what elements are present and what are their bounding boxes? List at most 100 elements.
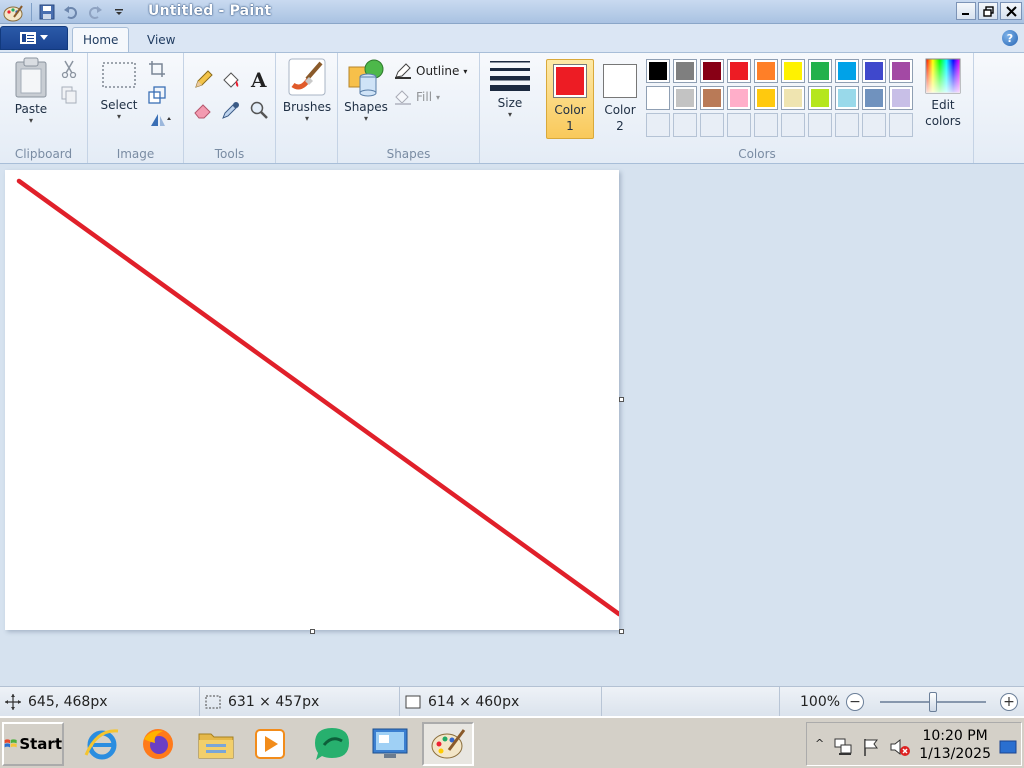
size-button[interactable]: Size ▾	[488, 57, 532, 119]
firefox-button[interactable]	[132, 722, 184, 766]
paste-button[interactable]: Paste ▾	[6, 57, 56, 125]
palette-color-swatch[interactable]	[835, 86, 859, 110]
color2-selector[interactable]: Color 2	[596, 59, 644, 139]
palette-custom-slot[interactable]	[646, 113, 670, 137]
palette-color-swatch[interactable]	[781, 86, 805, 110]
palette-color-swatch[interactable]	[781, 59, 805, 83]
brushes-button[interactable]: Brushes ▾	[282, 57, 332, 123]
resize-handle-right[interactable]	[619, 397, 624, 402]
zoom-out-button[interactable]: −	[846, 693, 865, 711]
palette-color-swatch[interactable]	[646, 59, 670, 83]
palette-color-swatch[interactable]	[727, 59, 751, 83]
edit-colors-label: Edit colors	[925, 98, 961, 128]
ribbon-home: Paste ▾ Clipboard Select ▾ Image A Tools…	[0, 52, 1024, 164]
file-explorer-button[interactable]	[190, 722, 242, 766]
magnifier-tool[interactable]	[246, 97, 272, 123]
crop-button[interactable]	[146, 59, 168, 79]
clock[interactable]: 10:20 PM 1/13/2025	[919, 727, 991, 763]
rotate-button[interactable]	[146, 109, 176, 129]
color-spectrum-icon	[925, 58, 961, 94]
messaging-app-button[interactable]	[306, 722, 358, 766]
paste-label: Paste	[14, 102, 48, 116]
cut-button[interactable]	[58, 59, 80, 79]
copy-button[interactable]	[58, 85, 80, 105]
customize-qat-button[interactable]	[107, 2, 131, 22]
minimize-button[interactable]	[956, 2, 976, 20]
network-icon[interactable]	[833, 737, 853, 757]
palette-color-swatch[interactable]	[862, 86, 886, 110]
paint-app-icon[interactable]	[2, 2, 24, 24]
palette-color-swatch[interactable]	[727, 86, 751, 110]
palette-custom-slot[interactable]	[808, 113, 832, 137]
paint-taskbar-button[interactable]	[422, 722, 474, 766]
palette-custom-slot[interactable]	[754, 113, 778, 137]
help-icon[interactable]: ?	[1002, 30, 1018, 46]
file-menu-button[interactable]	[0, 26, 68, 50]
resize-handle-corner[interactable]	[619, 629, 624, 634]
palette-color-swatch[interactable]	[889, 86, 913, 110]
start-button[interactable]: Start	[2, 722, 64, 766]
palette-color-fill	[865, 62, 883, 80]
save-button[interactable]	[35, 2, 59, 22]
color-picker-tool[interactable]	[218, 97, 244, 123]
redo-button[interactable]	[83, 2, 107, 22]
palette-color-swatch[interactable]	[808, 59, 832, 83]
resize-button[interactable]	[146, 85, 168, 105]
select-button[interactable]: Select ▾	[96, 57, 142, 121]
save-icon	[39, 4, 55, 20]
palette-custom-slot[interactable]	[727, 113, 751, 137]
palette-color-swatch[interactable]	[754, 59, 778, 83]
paint-bucket-icon	[223, 72, 239, 88]
color1-selector[interactable]: Color 1	[546, 59, 594, 139]
palette-color-swatch[interactable]	[673, 59, 697, 83]
flag-icon[interactable]	[861, 737, 881, 757]
palette-color-swatch[interactable]	[646, 86, 670, 110]
palette-custom-slot[interactable]	[835, 113, 859, 137]
text-tool[interactable]: A	[246, 67, 272, 93]
chevron-down-icon: ▾	[436, 92, 441, 102]
outline-button[interactable]: Outline ▾	[394, 62, 467, 80]
resize-handle-bottom[interactable]	[310, 629, 315, 634]
palette-color-swatch[interactable]	[700, 59, 724, 83]
volume-muted-icon[interactable]	[889, 737, 911, 757]
palette-color-swatch[interactable]	[862, 59, 886, 83]
pencil-tool[interactable]	[190, 67, 216, 93]
palette-custom-slot[interactable]	[700, 113, 724, 137]
eyedropper-icon	[222, 102, 239, 119]
palette-custom-slot[interactable]	[862, 113, 886, 137]
palette-custom-slot[interactable]	[673, 113, 697, 137]
palette-custom-slot[interactable]	[781, 113, 805, 137]
palette-color-swatch[interactable]	[835, 59, 859, 83]
zoom-in-button[interactable]: +	[1000, 693, 1018, 711]
edit-colors-button[interactable]: Edit colors	[920, 57, 966, 129]
drawing-canvas[interactable]	[5, 170, 619, 630]
chevron-down-icon: ▾	[28, 116, 33, 125]
eraser-tool[interactable]	[190, 97, 216, 123]
show-desktop-icon[interactable]	[999, 739, 1017, 755]
brushes-group: Brushes ▾	[276, 53, 338, 163]
restore-button[interactable]	[978, 2, 998, 20]
media-player-button[interactable]	[244, 722, 296, 766]
fill-button[interactable]: Fill ▾	[394, 88, 440, 106]
show-hidden-icons-button[interactable]: ^	[815, 737, 824, 750]
internet-explorer-button[interactable]	[76, 722, 128, 766]
zoom-slider-thumb[interactable]	[929, 692, 937, 712]
palette-color-swatch[interactable]	[754, 86, 778, 110]
color1-label: Color 1	[554, 103, 586, 133]
palette-color-swatch[interactable]	[673, 86, 697, 110]
shapes-button[interactable]: Shapes ▾	[342, 57, 390, 123]
close-button[interactable]	[1000, 2, 1022, 20]
fill-tool[interactable]	[218, 67, 244, 93]
undo-icon	[64, 6, 77, 19]
tab-view[interactable]: View	[137, 27, 185, 52]
palette-color-fill	[865, 89, 883, 107]
undo-button[interactable]	[59, 2, 83, 22]
palette-color-swatch[interactable]	[700, 86, 724, 110]
image-size-icon	[405, 695, 421, 709]
palette-color-swatch[interactable]	[889, 59, 913, 83]
palette-color-swatch[interactable]	[808, 86, 832, 110]
pencil-icon	[195, 70, 213, 88]
palette-custom-slot[interactable]	[889, 113, 913, 137]
remote-desktop-button[interactable]	[364, 722, 416, 766]
tab-home[interactable]: Home	[72, 27, 130, 52]
